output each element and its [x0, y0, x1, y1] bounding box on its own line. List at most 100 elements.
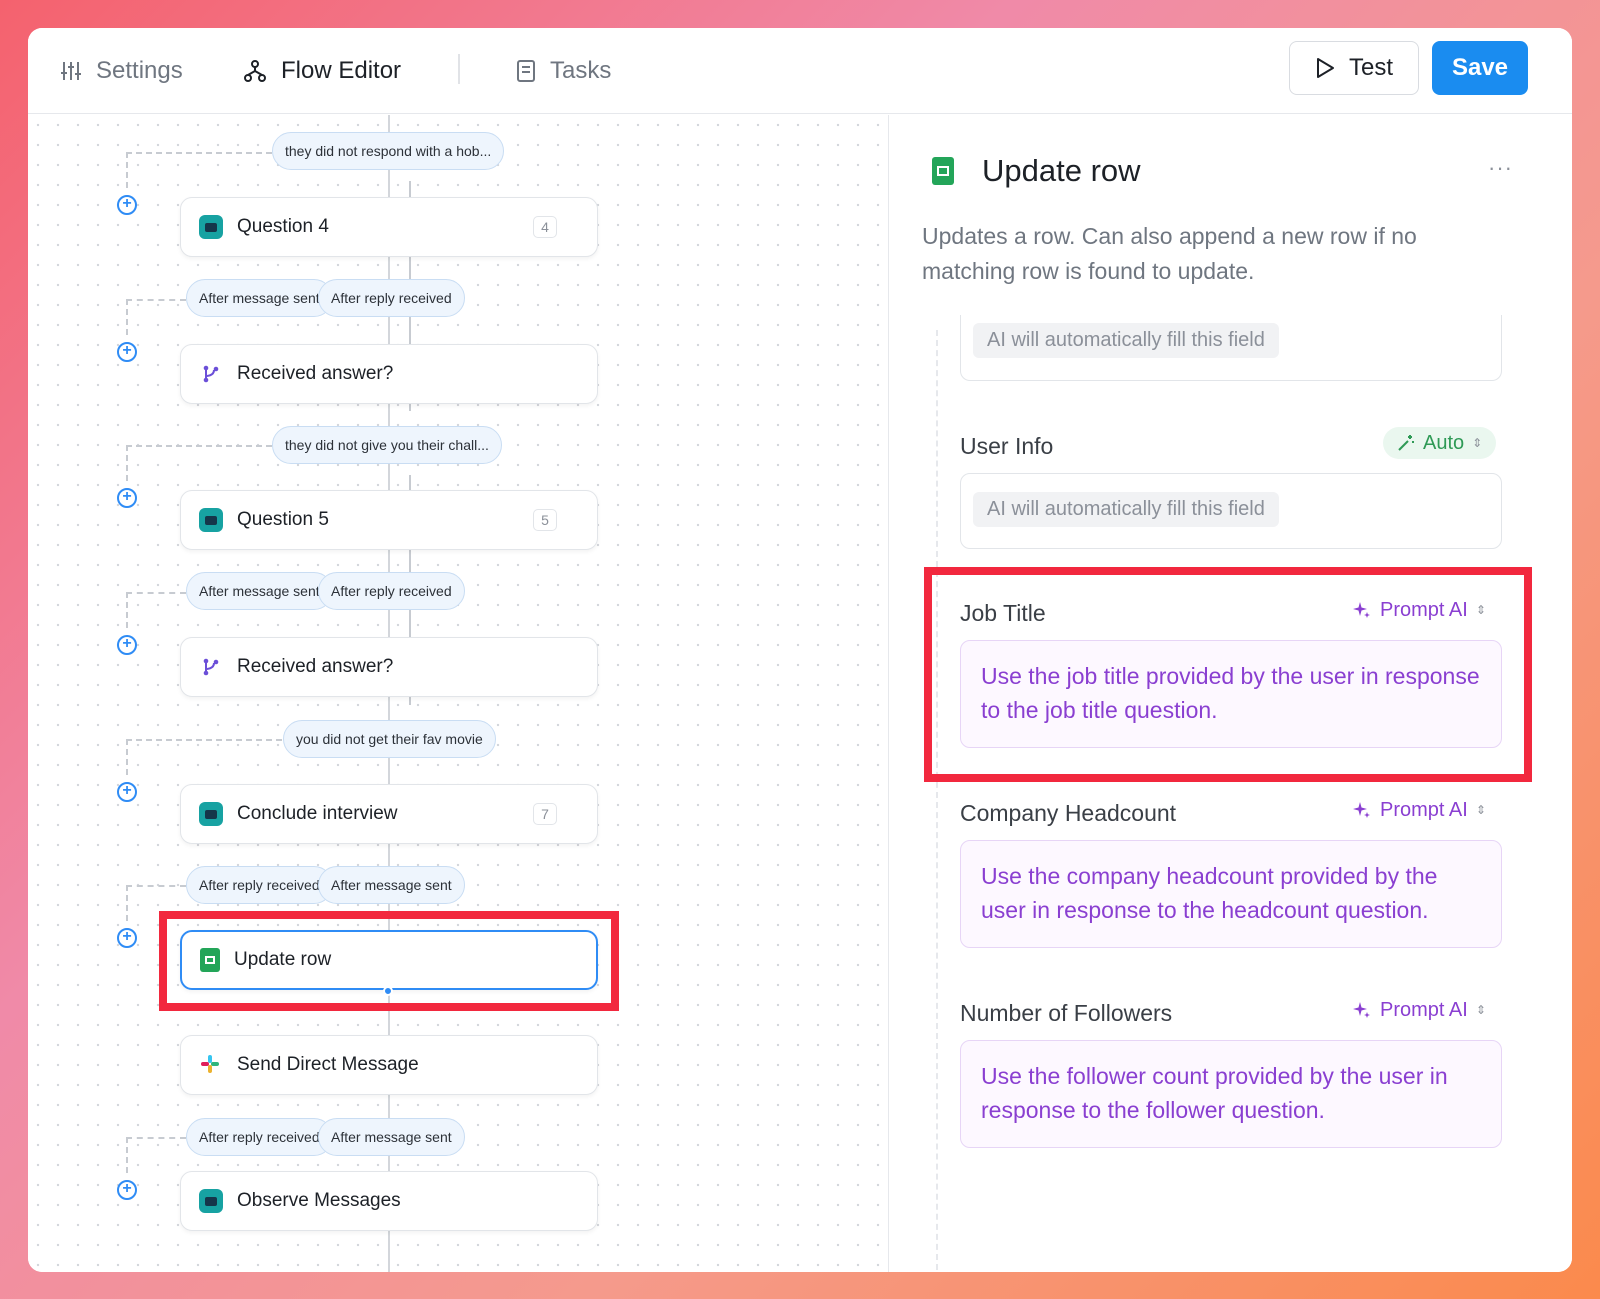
branch-connector — [126, 739, 128, 775]
chevron-updown-icon: ⇕ — [1472, 436, 1483, 450]
panel-description: Updates a row. Can also append a new row… — [922, 223, 1417, 284]
flow-node-question-4[interactable]: Question 4 4 — [180, 197, 598, 257]
node-label: Send Direct Message — [237, 1054, 419, 1075]
branch-connector — [126, 1137, 186, 1139]
branch-connector — [126, 739, 282, 741]
step-settings-panel: Update row ··· Updates a row. Can also a… — [890, 115, 1572, 1272]
question-icon — [199, 802, 223, 826]
partial-field-input[interactable]: AI will automatically fill this field — [960, 315, 1502, 381]
trigger-pill[interactable]: After reply received — [318, 279, 465, 317]
tab-settings[interactable]: Settings — [60, 54, 183, 88]
flow-node-conclude-interview[interactable]: Conclude interview 7 — [180, 784, 598, 844]
trigger-pill[interactable]: After reply received — [186, 1118, 333, 1156]
trigger-pill[interactable]: After message sent — [318, 866, 465, 904]
tab-tasks-label: Tasks — [550, 57, 612, 84]
app-window: Settings Flow Editor Tasks Test Save the… — [28, 28, 1572, 1272]
flow-node-received-answer[interactable]: Received answer? — [180, 344, 598, 404]
branch-connector — [126, 152, 272, 154]
company-headcount-prompt-input[interactable]: Use the company headcount provided by th… — [960, 840, 1502, 948]
node-badge: 4 — [533, 216, 557, 238]
panel-divider — [888, 115, 889, 1272]
mode-select-prompt-ai[interactable]: Prompt AI ⇕ — [1338, 594, 1500, 626]
trigger-pill[interactable]: After reply received — [318, 572, 465, 610]
field-label-user-info: User Info — [960, 433, 1054, 459]
node-badge: 5 — [533, 509, 557, 531]
tab-flow-editor-label: Flow Editor — [281, 57, 402, 84]
flow-node-update-row[interactable]: Update row — [180, 930, 598, 990]
question-icon — [199, 508, 223, 532]
more-options-icon[interactable]: ··· — [1488, 155, 1513, 181]
auto-fill-chip: AI will automatically fill this field — [973, 323, 1279, 358]
auto-fill-chip: AI will automatically fill this field — [973, 492, 1279, 527]
field-label-number-of-followers: Number of Followers — [960, 1000, 1173, 1026]
connection-handle[interactable] — [383, 986, 393, 996]
tab-divider — [458, 54, 460, 84]
test-button[interactable]: Test — [1289, 41, 1419, 95]
test-button-label: Test — [1348, 54, 1393, 81]
add-step-button[interactable]: + — [117, 782, 137, 802]
node-label: Update row — [234, 949, 332, 970]
condition-pill[interactable]: they did not respond with a hob... — [272, 132, 505, 170]
mode-select-prompt-ai[interactable]: Prompt AI ⇕ — [1338, 794, 1500, 826]
branch-connector — [126, 445, 128, 481]
node-label: Question 4 — [237, 216, 329, 237]
job-title-prompt-input[interactable]: Use the job title provided by the user i… — [960, 640, 1502, 748]
branch-connector — [126, 152, 128, 188]
save-button[interactable]: Save — [1432, 41, 1528, 95]
add-step-button[interactable]: + — [117, 342, 137, 362]
mode-label: Prompt AI — [1380, 998, 1468, 1021]
question-icon — [199, 1189, 223, 1213]
user-info-input[interactable]: AI will automatically fill this field — [960, 473, 1502, 549]
node-label: Conclude interview — [237, 803, 398, 824]
mode-select-auto[interactable]: Auto ⇕ — [1383, 427, 1497, 459]
branch-connector — [126, 885, 128, 921]
branch-connector — [126, 299, 128, 335]
sheets-icon — [200, 948, 220, 972]
flow-node-question-5[interactable]: Question 5 5 — [180, 490, 598, 550]
branch-connector — [126, 885, 186, 887]
branch-icon — [199, 655, 223, 679]
field-label-job-title: Job Title — [960, 600, 1046, 626]
node-badge: 7 — [533, 803, 557, 825]
top-navigation: Settings Flow Editor Tasks Test Save — [28, 28, 1572, 114]
branch-connector — [126, 299, 186, 301]
add-step-button[interactable]: + — [117, 928, 137, 948]
node-label: Received answer? — [237, 656, 394, 677]
question-icon — [199, 215, 223, 239]
trigger-pill[interactable]: After message sent — [318, 1118, 465, 1156]
chevron-updown-icon: ⇕ — [1475, 603, 1486, 617]
sheets-icon — [932, 157, 954, 185]
mode-label: Auto — [1423, 431, 1465, 454]
save-button-label: Save — [1451, 54, 1509, 81]
panel-title: Update row — [982, 153, 1141, 188]
node-label: Observe Messages — [237, 1190, 401, 1211]
flow-node-observe-messages[interactable]: Observe Messages — [180, 1171, 598, 1231]
add-step-button[interactable]: + — [117, 195, 137, 215]
tasks-icon — [517, 60, 535, 82]
field-label-company-headcount: Company Headcount — [960, 800, 1177, 826]
number-of-followers-prompt-input[interactable]: Use the follower count provided by the u… — [960, 1040, 1502, 1148]
branch-connector — [126, 592, 128, 628]
magic-wand-icon — [1398, 435, 1414, 451]
mode-select-prompt-ai[interactable]: Prompt AI ⇕ — [1338, 994, 1500, 1026]
tab-flow-editor[interactable]: Flow Editor — [243, 54, 401, 88]
condition-pill[interactable]: you did not get their fav movie — [283, 720, 496, 758]
trigger-pill[interactable]: After message sent — [186, 572, 333, 610]
condition-pill[interactable]: they did not give you their chall... — [272, 426, 502, 464]
slack-icon — [199, 1053, 223, 1077]
sliders-icon — [61, 62, 81, 80]
field-guide-line — [936, 330, 938, 1270]
sparkle-icon — [1353, 802, 1370, 818]
add-step-button[interactable]: + — [117, 488, 137, 508]
flow-node-received-answer[interactable]: Received answer? — [180, 637, 598, 697]
node-label: Received answer? — [237, 363, 394, 384]
trigger-pill[interactable]: After reply received — [186, 866, 333, 904]
sparkle-icon — [1353, 1002, 1370, 1018]
tab-tasks[interactable]: Tasks — [516, 54, 611, 88]
add-step-button[interactable]: + — [117, 1180, 137, 1200]
flow-canvas[interactable]: they did not respond with a hob... After… — [28, 115, 888, 1272]
add-step-button[interactable]: + — [117, 635, 137, 655]
branch-connector — [126, 592, 186, 594]
flow-node-send-direct-message[interactable]: Send Direct Message — [180, 1035, 598, 1095]
trigger-pill[interactable]: After message sent — [186, 279, 333, 317]
